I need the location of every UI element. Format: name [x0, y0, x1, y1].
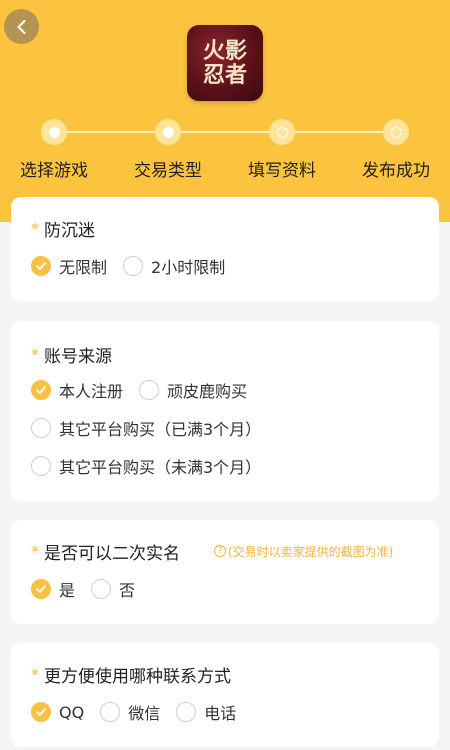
option-other-under-3m[interactable]: 其它平台购买（未满3个月） [31, 454, 261, 478]
anti-addiction-title: * 防沉迷 [31, 218, 95, 241]
check-icon [31, 702, 51, 722]
contact-title: * 更方便使用哪种联系方式 [31, 664, 231, 687]
radio-icon [176, 702, 197, 722]
check-icon [31, 256, 51, 276]
step-dot-4 [383, 119, 409, 145]
option-other-over-3m[interactable]: 其它平台购买（已满3个月） [31, 416, 261, 440]
radio-icon [100, 702, 121, 722]
required-mark: * [31, 541, 39, 561]
option-yes[interactable]: 是 [31, 577, 75, 601]
option-no-limit[interactable]: 无限制 [31, 254, 107, 278]
step-label-4: 发布成功 [362, 161, 430, 181]
second-realname-card: * 是否可以二次实名 ? (交易时以卖家提供的截图为准) 是 否 [11, 520, 439, 624]
realname-hint: ? (交易时以卖家提供的截图为准) [214, 543, 393, 560]
second-realname-title: * 是否可以二次实名 ? (交易时以卖家提供的截图为准) [31, 541, 394, 564]
steps-connector [54, 131, 396, 133]
option-2h-limit[interactable]: 2小时限制 [123, 254, 225, 278]
radio-icon [139, 380, 160, 400]
option-self-registered[interactable]: 本人注册 [31, 378, 123, 402]
anti-addiction-card: * 防沉迷 无限制 2小时限制 [11, 197, 439, 301]
radio-icon [31, 418, 51, 438]
radio-icon [91, 579, 112, 599]
option-qq[interactable]: QQ [31, 702, 84, 722]
option-no[interactable]: 否 [91, 577, 135, 601]
step-label-2: 交易类型 [134, 161, 202, 181]
step-dot-1 [41, 119, 67, 145]
option-wanpilu-purchase[interactable]: 顽皮鹿购买 [139, 378, 247, 402]
back-button[interactable] [4, 9, 39, 44]
required-mark: * [31, 218, 39, 238]
account-source-card: * 账号来源 本人注册 顽皮鹿购买 其它平台购买（已满3个月） 其它平台购买（未… [11, 321, 439, 501]
question-icon: ? [214, 545, 226, 557]
step-label-3: 填写资料 [248, 161, 316, 181]
step-dot-3 [269, 119, 295, 145]
option-phone[interactable]: 电话 [176, 700, 236, 724]
game-logo-text-2: 忍者 [202, 62, 247, 88]
contact-card: * 更方便使用哪种联系方式 QQ 微信 电话 [11, 643, 439, 747]
game-logo: 火影 忍者 [187, 25, 263, 101]
radio-icon [123, 256, 144, 276]
option-wechat[interactable]: 微信 [100, 700, 160, 724]
step-label-1: 选择游戏 [20, 161, 88, 181]
chevron-left-icon [17, 19, 25, 34]
game-logo-text-1: 火影 [202, 38, 247, 64]
check-icon [31, 380, 51, 400]
account-source-title: * 账号来源 [31, 344, 112, 367]
radio-icon [31, 456, 51, 476]
check-icon [31, 579, 51, 599]
step-dot-2 [155, 119, 181, 145]
required-mark: * [31, 664, 39, 684]
required-mark: * [31, 344, 39, 364]
